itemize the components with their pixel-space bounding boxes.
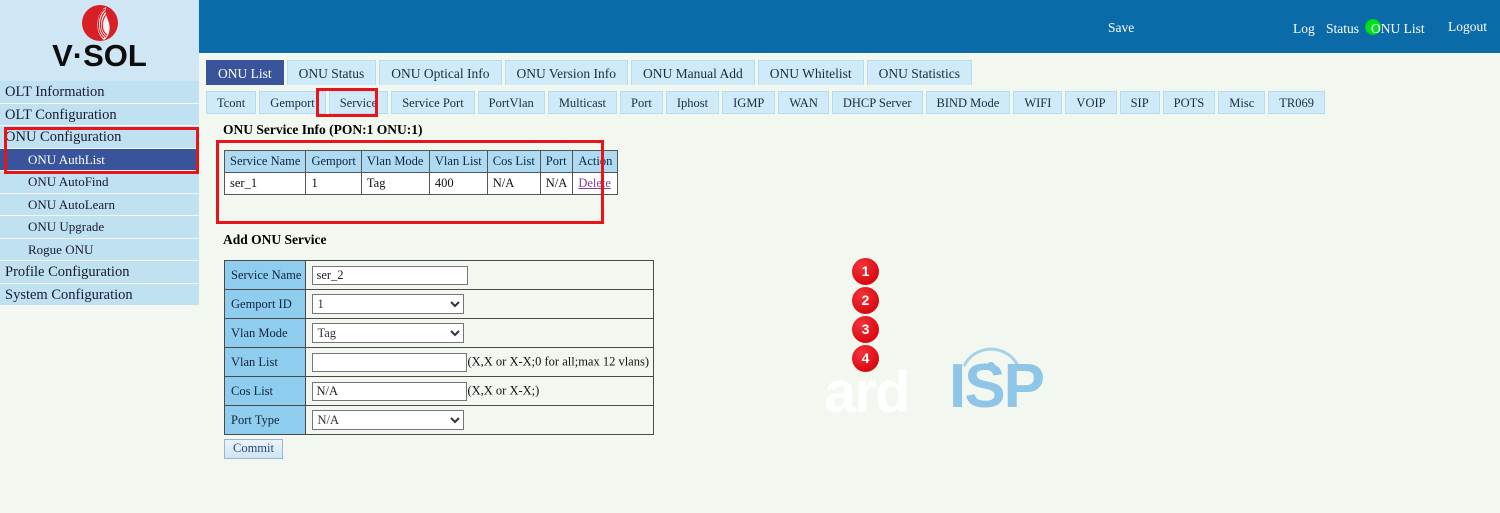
brand-logo-area: V·SOL <box>0 0 199 81</box>
tab-pots[interactable]: POTS <box>1163 91 1216 114</box>
sidebar-nav: OLT InformationOLT ConfigurationONU Conf… <box>0 81 199 306</box>
watermark-accent-text: ISP <box>949 356 1043 418</box>
col-port: Port <box>540 151 573 173</box>
commit-button[interactable]: Commit <box>224 439 283 459</box>
label-service-name: Service Name <box>225 261 306 290</box>
tab-tr069[interactable]: TR069 <box>1268 91 1325 114</box>
tab-onu-statistics[interactable]: ONU Statistics <box>867 60 972 85</box>
delete-service-link[interactable]: Delete <box>578 176 611 190</box>
sidebar-item-onu-upgrade[interactable]: ONU Upgrade <box>0 216 199 239</box>
sidebar-item-olt-information[interactable]: OLT Information <box>0 81 199 104</box>
vlan-mode-select[interactable]: Tag <box>312 323 464 343</box>
col-vlan-list: Vlan List <box>429 151 487 173</box>
table-row: ser_1 1 Tag 400 N/A N/A Delete <box>225 173 618 195</box>
add-service-form: Service Name Gemport ID 1 Vlan Mode <box>224 260 654 435</box>
tab-onu-version-info[interactable]: ONU Version Info <box>505 60 629 85</box>
add-service-title: Add ONU Service <box>223 232 327 248</box>
wifi-signal-icon <box>956 342 1026 372</box>
cell-gemport: 1 <box>306 173 361 195</box>
form-row-cos-list: Cos List (X,X or X-X;) <box>225 377 654 406</box>
col-vlan-mode: Vlan Mode <box>361 151 429 173</box>
label-gemport-id: Gemport ID <box>225 290 306 319</box>
step-badge-4: 4 <box>852 345 879 372</box>
cell-service-name: ser_1 <box>225 173 306 195</box>
tab-onu-manual-add[interactable]: ONU Manual Add <box>631 60 755 85</box>
vsol-ring-logo-icon <box>80 3 120 43</box>
form-row-vlan-list: Vlan List (X,X or X-X;0 for all;max 12 v… <box>225 348 654 377</box>
form-row-gemport-id: Gemport ID 1 <box>225 290 654 319</box>
watermark-faded-text: ard <box>824 364 908 422</box>
tab-voip[interactable]: VOIP <box>1065 91 1116 114</box>
step-badge-2: 2 <box>852 287 879 314</box>
col-gemport: Gemport <box>306 151 361 173</box>
sidebar-item-onu-autolearn[interactable]: ONU AutoLearn <box>0 194 199 217</box>
tab-misc[interactable]: Misc <box>1218 91 1265 114</box>
secondary-tab-bar: TcontGemportServiceService PortPortVlanM… <box>206 91 1325 114</box>
service-info-title: ONU Service Info (PON:1 ONU:1) <box>223 122 422 138</box>
sidebar-item-onu-autofind[interactable]: ONU AutoFind <box>0 171 199 194</box>
vlan-list-input[interactable] <box>312 353 467 372</box>
top-header-bar: Save Log Status ONU List Logout <box>199 0 1500 53</box>
primary-tab-bar: ONU ListONU StatusONU Optical InfoONU Ve… <box>206 60 972 85</box>
tab-multicast[interactable]: Multicast <box>548 91 617 114</box>
tab-dhcp-server[interactable]: DHCP Server <box>832 91 923 114</box>
form-row-port-type: Port Type N/A <box>225 406 654 435</box>
vlan-list-hint: (X,X or X-X;0 for all;max 12 vlans) <box>467 354 649 368</box>
cell-cos-list: N/A <box>487 173 540 195</box>
tab-sip[interactable]: SIP <box>1120 91 1160 114</box>
port-type-select[interactable]: N/A <box>312 410 464 430</box>
sidebar-item-rogue-onu[interactable]: Rogue ONU <box>0 239 199 262</box>
cell-vlan-list: 400 <box>429 173 487 195</box>
tab-wan[interactable]: WAN <box>778 91 828 114</box>
label-port-type: Port Type <box>225 406 306 435</box>
step-badge-1: 1 <box>852 258 879 285</box>
sidebar-item-olt-configuration[interactable]: OLT Configuration <box>0 104 199 127</box>
sidebar-item-onu-configuration[interactable]: ONU Configuration <box>0 126 199 149</box>
tab-service-port[interactable]: Service Port <box>391 91 474 114</box>
tab-port[interactable]: Port <box>620 91 663 114</box>
tab-wifi[interactable]: WIFI <box>1013 91 1062 114</box>
tab-onu-optical-info[interactable]: ONU Optical Info <box>379 60 501 85</box>
tab-service[interactable]: Service <box>329 91 388 114</box>
tab-onu-whitelist[interactable]: ONU Whitelist <box>758 60 864 85</box>
sidebar: V·SOL OLT InformationOLT ConfigurationON… <box>0 0 199 513</box>
cell-port: N/A <box>540 173 573 195</box>
form-row-vlan-mode: Vlan Mode Tag <box>225 319 654 348</box>
logout-button[interactable]: Logout <box>1448 19 1487 35</box>
cos-list-hint: (X,X or X-X;) <box>467 383 539 397</box>
col-action: Action <box>573 151 618 173</box>
sidebar-item-profile-configuration[interactable]: Profile Configuration <box>0 261 199 284</box>
label-cos-list: Cos List <box>225 377 306 406</box>
sidebar-item-onu-authlist[interactable]: ONU AuthList <box>0 149 199 172</box>
tab-igmp[interactable]: IGMP <box>722 91 775 114</box>
gemport-id-select[interactable]: 1 <box>312 294 464 314</box>
save-button[interactable]: Save <box>1108 20 1134 36</box>
service-info-table: Service Name Gemport Vlan Mode Vlan List… <box>224 150 618 195</box>
col-cos-list: Cos List <box>487 151 540 173</box>
step-badge-3: 3 <box>852 316 879 343</box>
tab-onu-list[interactable]: ONU List <box>206 60 284 85</box>
olt-web-management-page: V·SOL OLT InformationOLT ConfigurationON… <box>0 0 1500 513</box>
sidebar-item-system-configuration[interactable]: System Configuration <box>0 284 199 307</box>
service-name-input[interactable] <box>312 266 468 285</box>
label-vlan-list: Vlan List <box>225 348 306 377</box>
table-header-row: Service Name Gemport Vlan Mode Vlan List… <box>225 151 618 173</box>
header-link-onu-list[interactable]: ONU List <box>1371 21 1425 37</box>
tab-gemport[interactable]: Gemport <box>259 91 325 114</box>
form-row-service-name: Service Name <box>225 261 654 290</box>
header-link-log[interactable]: Log <box>1293 21 1315 37</box>
tab-portvlan[interactable]: PortVlan <box>478 91 545 114</box>
tab-onu-status[interactable]: ONU Status <box>287 60 377 85</box>
tab-bind-mode[interactable]: BIND Mode <box>926 91 1011 114</box>
cell-vlan-mode: Tag <box>361 173 429 195</box>
content-area: ard ISP ONU Service Info (PON:1 ONU:1) S… <box>199 114 1500 513</box>
col-service-name: Service Name <box>225 151 306 173</box>
tab-tcont[interactable]: Tcont <box>206 91 256 114</box>
brand-name: V·SOL <box>0 38 199 74</box>
cos-list-input[interactable] <box>312 382 467 401</box>
header-link-status[interactable]: Status <box>1326 21 1359 37</box>
label-vlan-mode: Vlan Mode <box>225 319 306 348</box>
tab-iphost[interactable]: Iphost <box>666 91 719 114</box>
